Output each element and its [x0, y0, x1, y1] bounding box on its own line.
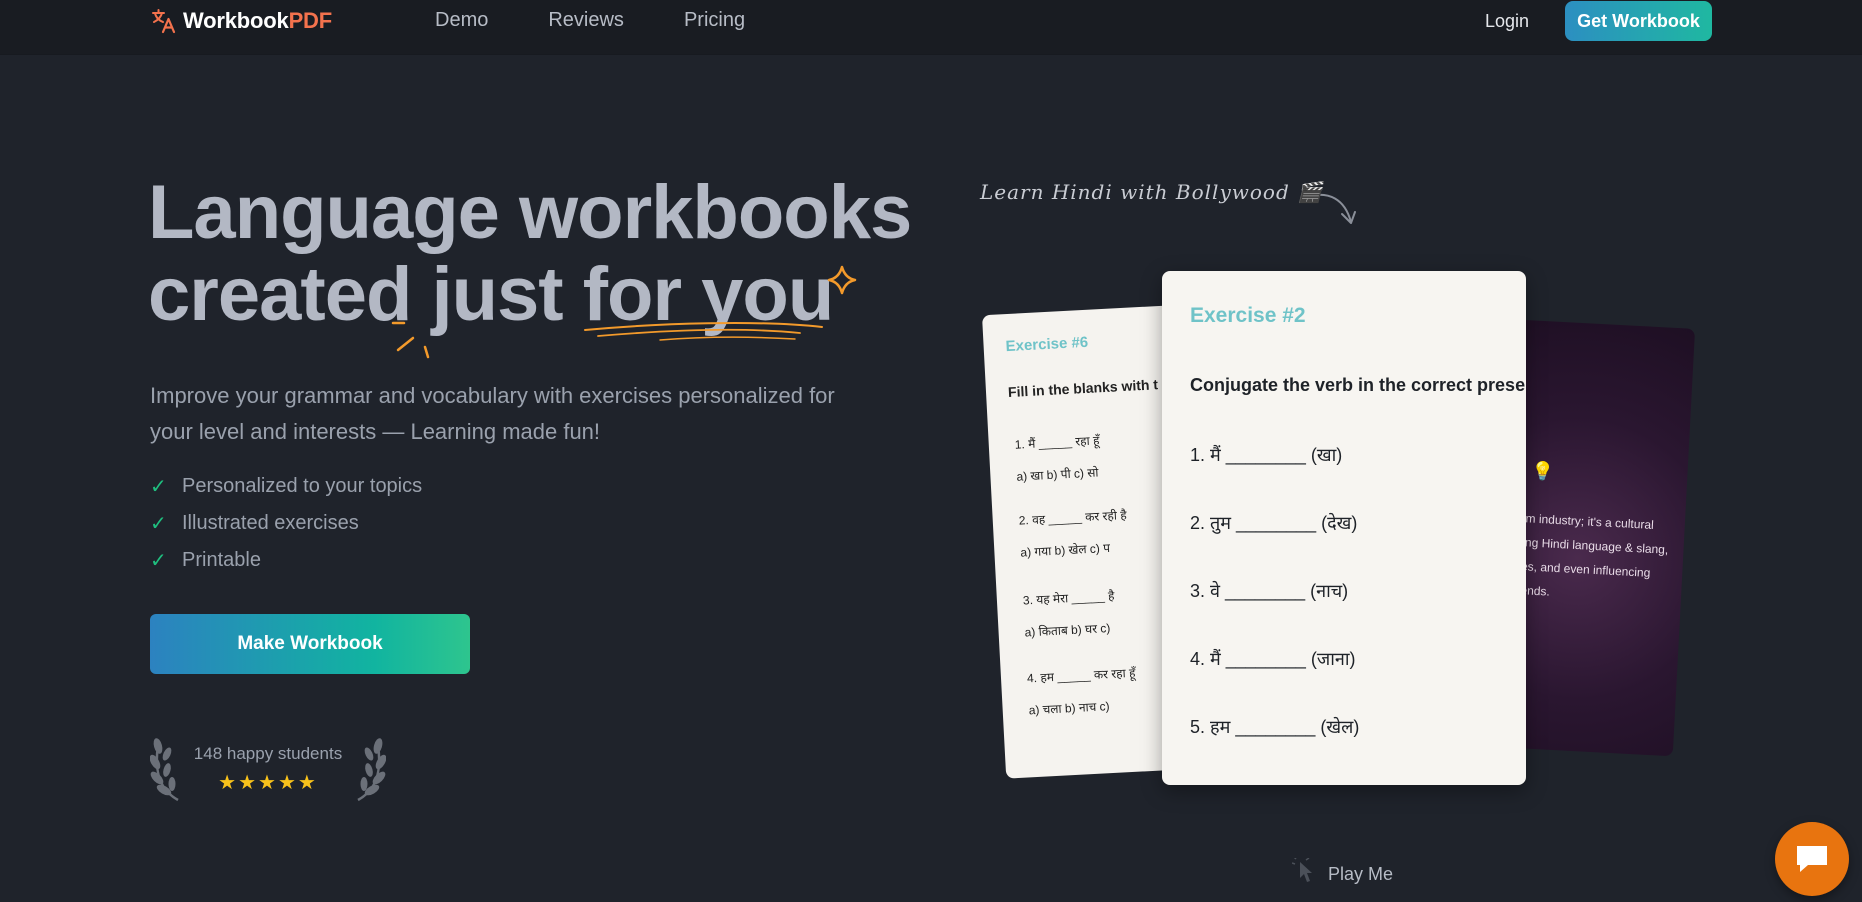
star-rating: ★★★★★: [218, 772, 318, 794]
feature-item: ✓ Personalized to your topics: [150, 468, 422, 505]
feature-item: ✓ Illustrated exercises: [150, 505, 422, 542]
check-icon: ✓: [150, 476, 167, 498]
feature-label: Personalized to your topics: [182, 475, 423, 497]
exercise-instruction: Conjugate the verb in the correct prese: [1190, 375, 1526, 395]
question-options: a) चला b) नाच c): [1028, 699, 1110, 718]
exercise-item: 3. वे ________ (नाच): [1190, 581, 1349, 601]
headline-line-2: created just for you: [148, 252, 834, 337]
exercise-item: 5. हम ________ (खेल): [1190, 717, 1360, 737]
question-options: a) गया b) खेल c) प: [1020, 540, 1111, 560]
bollywood-info-card[interactable]: 💡 film industry; it's a cultural ding Hi…: [1496, 319, 1696, 757]
students-count: 148 happy students: [193, 744, 343, 763]
exercise-title: Exercise #2: [1190, 304, 1306, 327]
preview-caption: Learn Hindi with Bollywood 🎬: [980, 180, 1323, 204]
question: 3. यह मेरा _____ है: [1022, 588, 1115, 608]
feature-list: ✓ Personalized to your topics ✓ Illustra…: [150, 468, 422, 579]
nav-actions: Login Get Workbook: [1485, 1, 1712, 41]
hero-subtitle: Improve your grammar and vocabulary with…: [150, 383, 835, 444]
question-options: a) किताब b) घर c): [1024, 621, 1111, 640]
lightbulb-icon: 💡: [1530, 460, 1555, 482]
question-options: a) खा b) पी c) सो: [1016, 465, 1099, 484]
translate-icon: [152, 9, 176, 34]
play-me-button[interactable]: Play Me: [1292, 858, 1393, 890]
hero-headline: Language workbooks created just for you: [148, 172, 928, 336]
check-icon: ✓: [150, 513, 167, 535]
exercise-card-2[interactable]: Exercise #2 Conjugate the verb in the co…: [1162, 271, 1526, 785]
info-card-text: film industry; it's a cultural ding Hind…: [1512, 510, 1669, 599]
chat-widget-button[interactable]: [1775, 822, 1849, 896]
navbar: WorkbookPDF Demo Reviews Pricing Login G…: [0, 0, 1862, 54]
login-link[interactable]: Login: [1485, 11, 1529, 32]
feature-item: ✓ Printable: [150, 542, 422, 579]
exercise-item: 4. मैं ________ (जाना): [1190, 649, 1356, 669]
happy-students-badge: 148 happy students ★★★★★: [150, 728, 386, 808]
get-workbook-button[interactable]: Get Workbook: [1565, 1, 1712, 41]
nav-link-demo[interactable]: Demo: [435, 9, 488, 32]
exercise-title: Exercise #6: [1005, 333, 1089, 356]
nav-links: Demo Reviews Pricing: [435, 9, 805, 32]
exercise-item: 1. मैं ________ (खा): [1190, 445, 1343, 465]
question: 4. हम _____ कर रहा हूँ: [1026, 665, 1136, 686]
nav-link-pricing[interactable]: Pricing: [684, 9, 745, 32]
feature-label: Illustrated exercises: [182, 512, 359, 534]
question: 1. मैं _____ रहा हूँ: [1014, 433, 1100, 452]
make-workbook-button[interactable]: Make Workbook: [150, 614, 470, 674]
question: 2. वह _____ कर रही है: [1018, 508, 1127, 528]
exercise-instruction: Fill in the blanks with t: [1007, 376, 1159, 401]
logo[interactable]: WorkbookPDF: [151, 8, 332, 34]
exercise-item: 2. तुम ________ (देख): [1190, 513, 1358, 533]
feature-label: Printable: [182, 549, 261, 571]
pointer-icon: [1292, 858, 1312, 882]
chat-bubble-icon: [1797, 846, 1827, 872]
logo-text: WorkbookPDF: [183, 8, 332, 33]
check-icon: ✓: [150, 550, 167, 572]
play-me-label: Play Me: [1328, 863, 1394, 884]
headline-line-1: Language workbooks: [148, 170, 912, 255]
nav-link-reviews[interactable]: Reviews: [548, 9, 624, 32]
